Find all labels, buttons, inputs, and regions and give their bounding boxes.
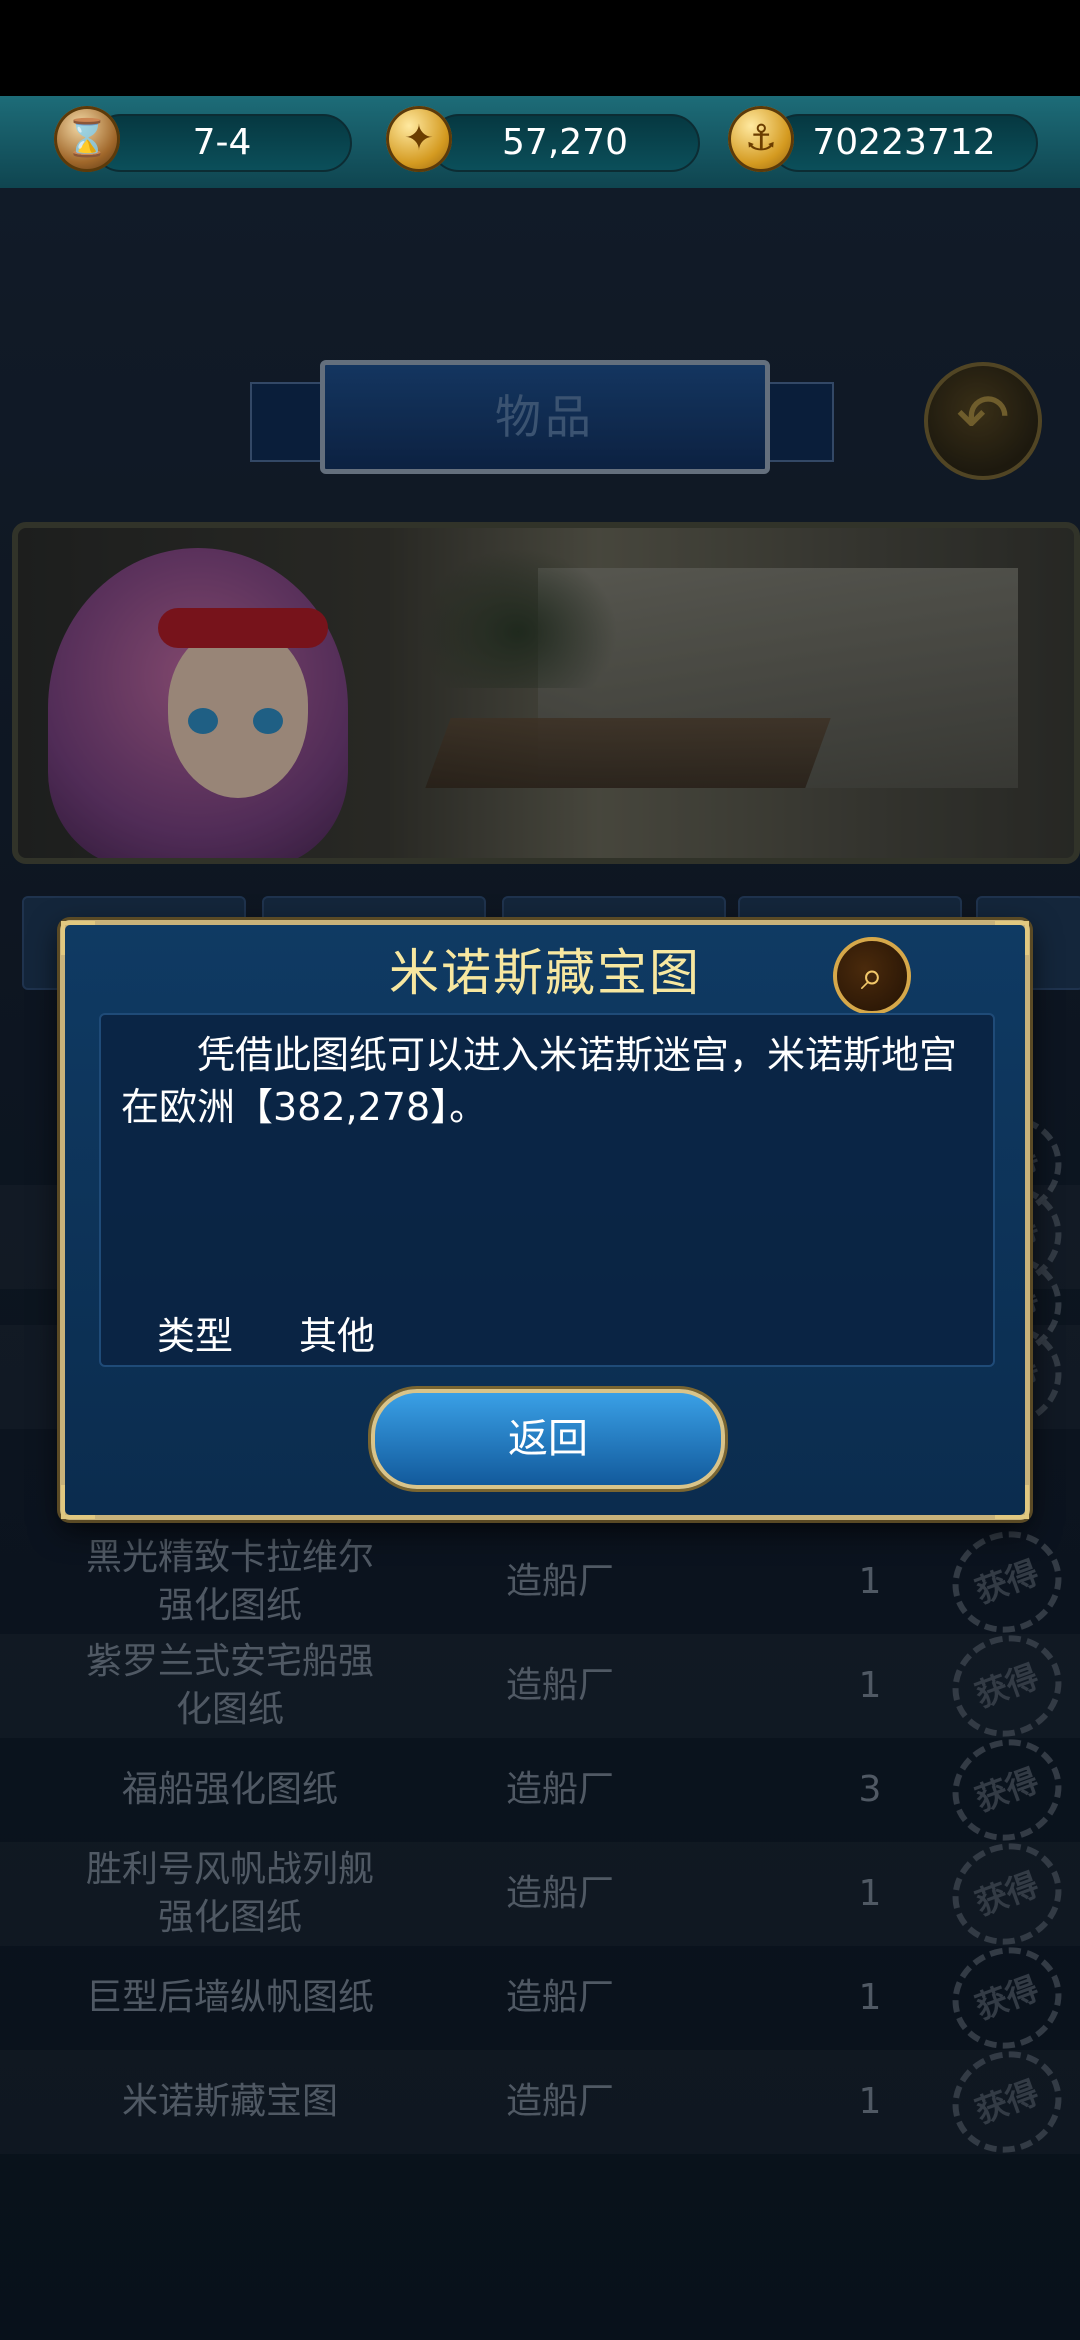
- item-detail-dialog: 米诺斯藏宝图 ⌕ 凭借此图纸可以进入米诺斯迷宫，米诺斯地宫在欧洲【382,278…: [60, 920, 1030, 1520]
- time-pill: 7-4: [92, 114, 352, 172]
- return-button[interactable]: 返回: [371, 1389, 725, 1489]
- resource-bar: 7-4 ⌛ 57,270 ✦ 70223712 ⚓: [0, 96, 1080, 192]
- status-bar: [0, 0, 1080, 96]
- compass-pill: 57,270: [430, 114, 700, 172]
- hourglass-icon: ⌛: [54, 106, 120, 172]
- type-value: 其他: [299, 1314, 376, 1358]
- dialog-body: 凭借此图纸可以进入米诺斯迷宫，米诺斯地宫在欧洲【382,278】。 类型 其他: [99, 1013, 995, 1367]
- compass-icon: ✦: [386, 106, 452, 172]
- compass-value: 57,270: [502, 122, 628, 163]
- magnifier-icon[interactable]: ⌕: [833, 937, 911, 1015]
- item-description: 凭借此图纸可以进入米诺斯迷宫，米诺斯地宫在欧洲【382,278】。: [121, 1033, 958, 1129]
- time-value: 7-4: [192, 122, 252, 163]
- type-label: 类型: [157, 1314, 234, 1358]
- coin-value: 70223712: [812, 122, 996, 163]
- coin-pill: 70223712: [770, 114, 1038, 172]
- anchor-coin-icon: ⚓: [728, 106, 794, 172]
